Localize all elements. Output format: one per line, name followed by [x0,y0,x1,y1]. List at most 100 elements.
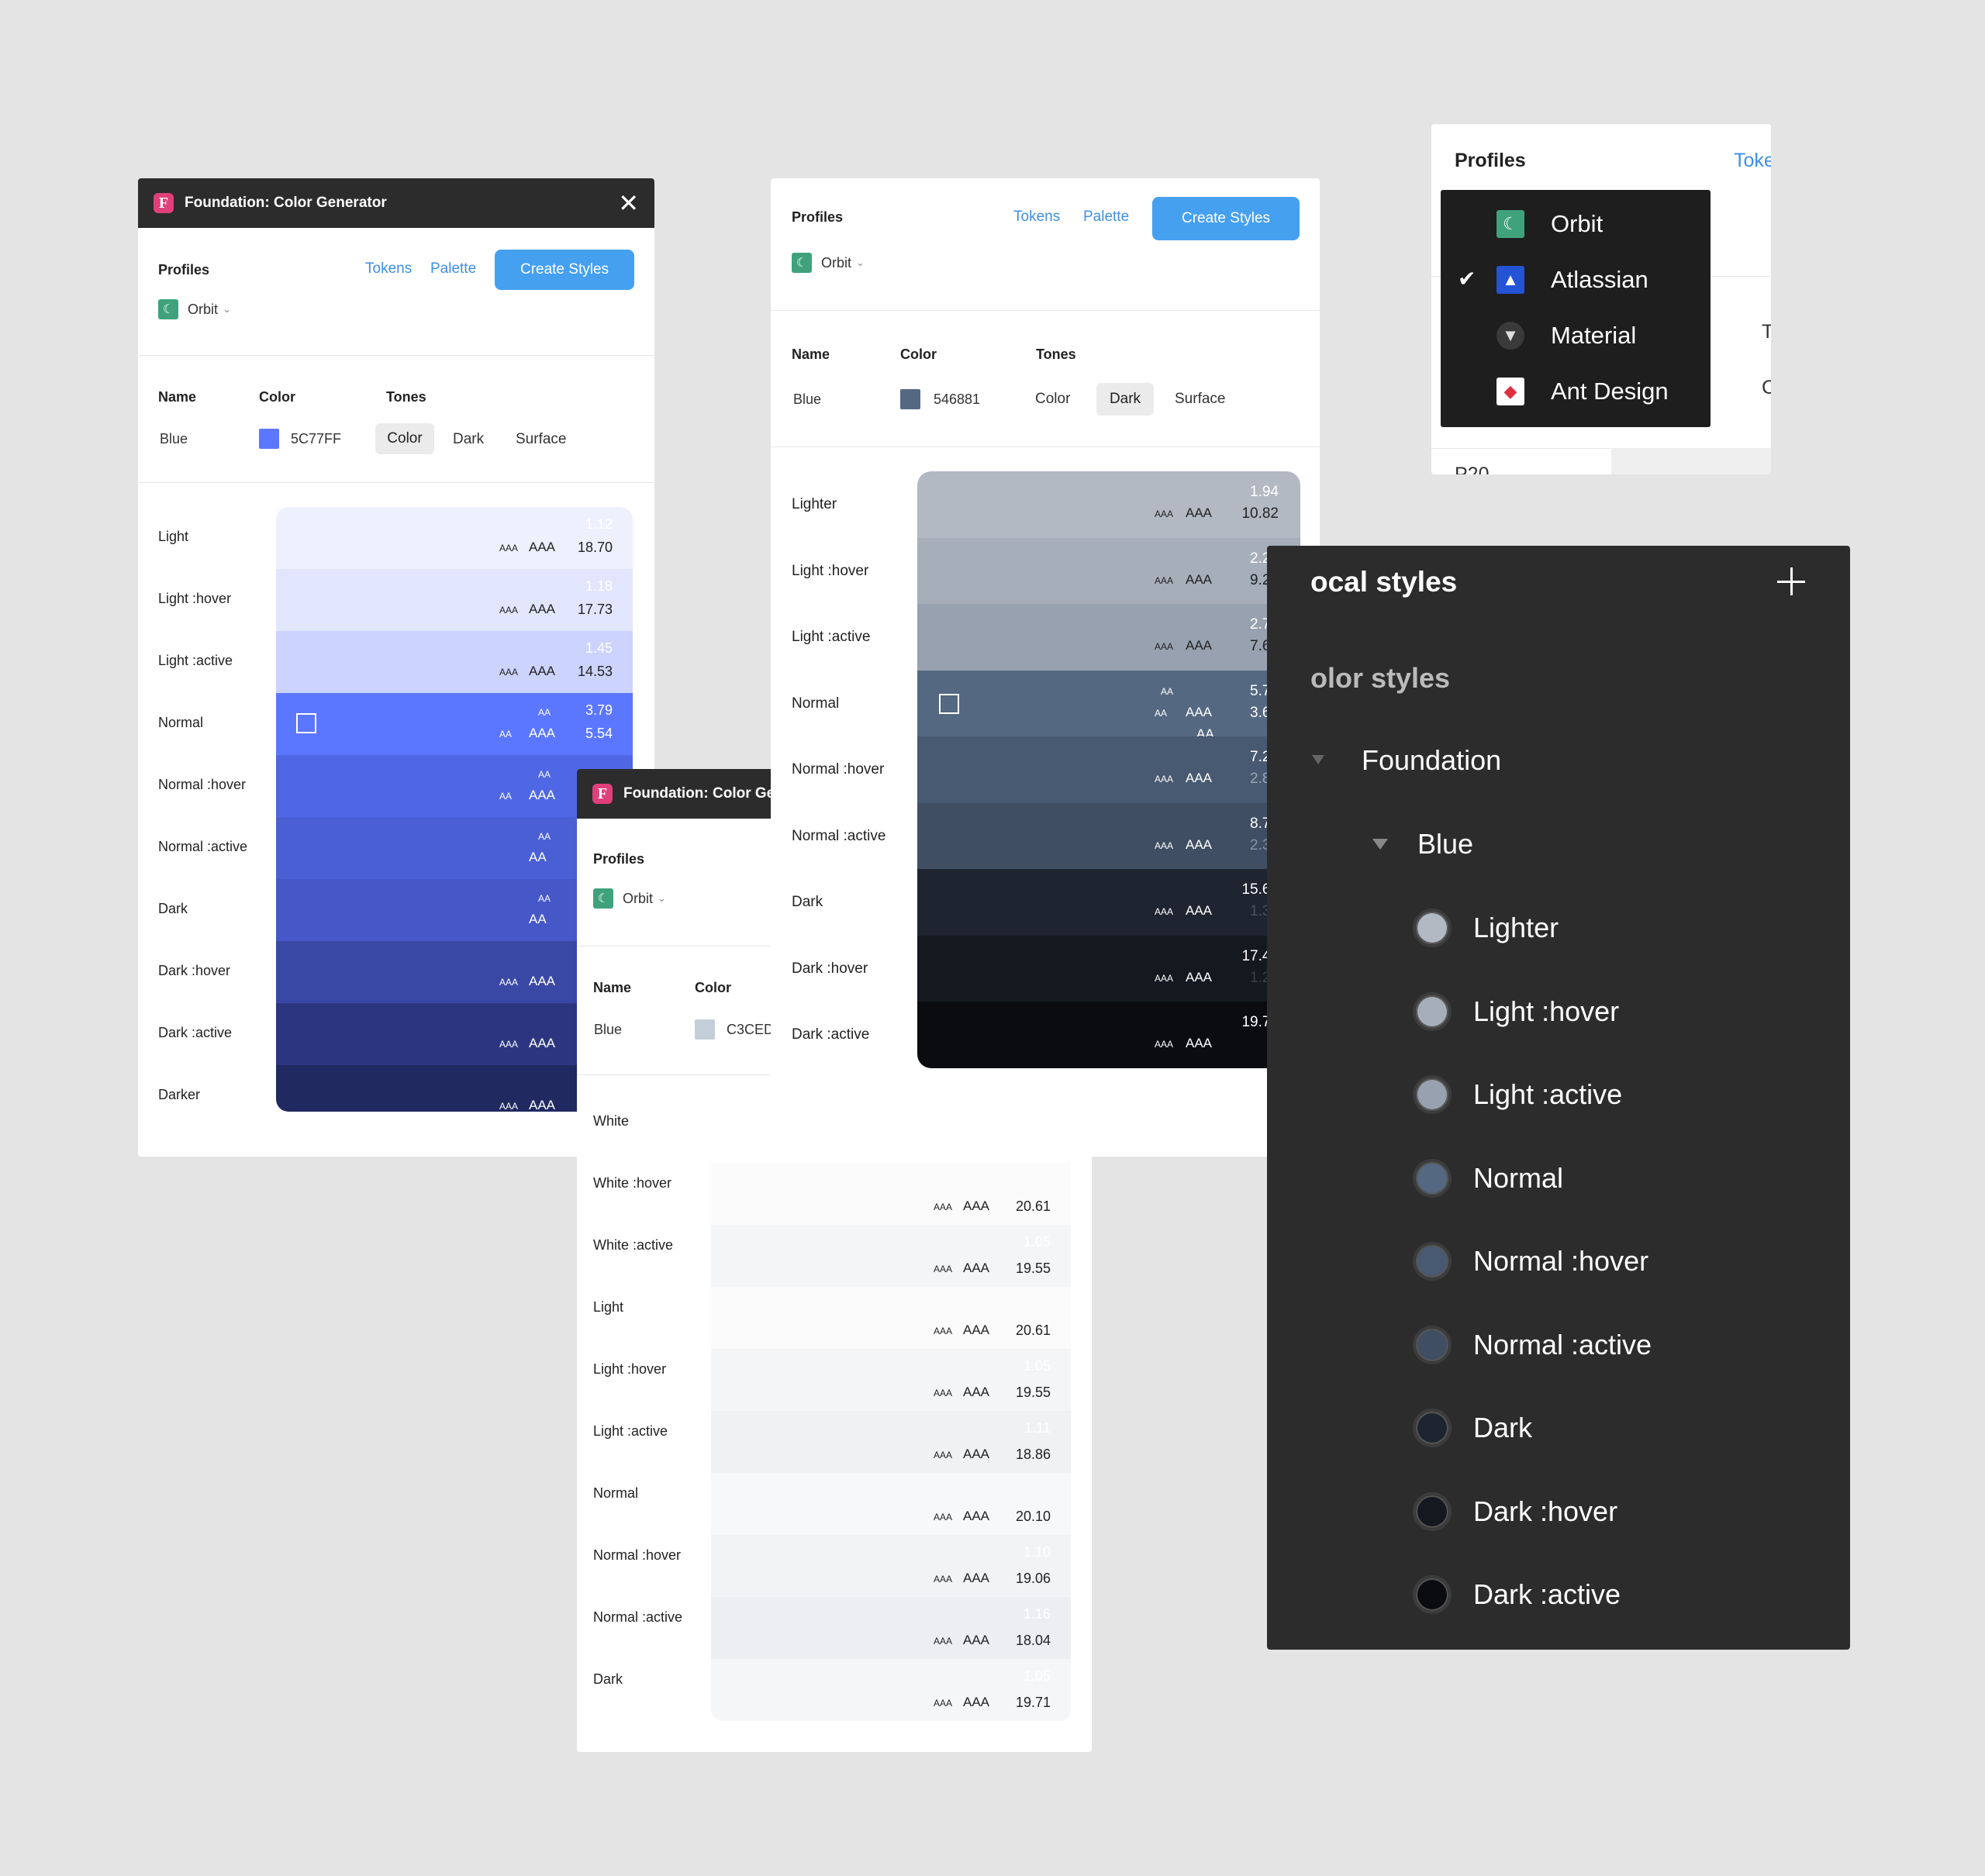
tone-tab-surface[interactable]: Surface [516,431,566,448]
contrast-ratio-top: 1.05 [1023,1234,1051,1250]
tone-swatch[interactable]: 1.10 AAA AAA 19.06 [711,1535,1071,1597]
tone-row-label: Dark :active [158,1025,233,1040]
color-style-item[interactable]: Dark :active [1413,1575,1621,1614]
create-styles-button[interactable]: Create Styles [1152,197,1300,240]
color-style-item[interactable]: Light :active [1413,1075,1622,1114]
collapse-caret-icon[interactable] [1312,755,1324,764]
tone-swatch[interactable]: AA 3.79 AA AAA 5.54 [276,693,633,755]
tone-swatch[interactable]: 17.49 AAA AAA 1.20 [917,935,1300,1002]
color-swatch[interactable] [695,1019,715,1040]
contrast-ratio: 18.86 [1015,1447,1051,1462]
contrast-rating-small: AAA [499,1039,519,1050]
contrast-rating: AAA [963,1695,990,1709]
profile-option[interactable]: ✔ ▲ Atlassian [1441,252,1711,308]
contrast-rating-small: AAA [1155,509,1174,519]
color-hex[interactable]: C3CED [727,1022,774,1038]
color-hex[interactable]: 5C77FF [291,431,341,447]
tone-swatch[interactable]: AA 5.72 AA AAA AA 3.67 [917,670,1300,741]
tokens-link[interactable]: Toke [1734,150,1771,172]
color-style-swatch [1413,1575,1452,1614]
tokens-link[interactable]: Tokens [365,260,412,278]
color-style-item[interactable]: Dark [1413,1409,1532,1447]
color-style-item[interactable]: Light :hover [1413,991,1619,1031]
color-style-item[interactable]: Normal :hover [1413,1242,1648,1281]
tone-swatch[interactable]: 2.76 AAA AAA 7.61 [917,604,1300,671]
contrast-ratio: 10.82 [1241,505,1279,522]
color-name[interactable]: Blue [793,391,821,408]
tone-swatch[interactable]: 2.27 AAA AAA 9.25 [917,537,1300,604]
selected-checkbox-icon[interactable] [939,693,959,714]
profile-selector[interactable]: ☾ Orbit ⌄ [792,253,865,273]
tone-tab-surface[interactable]: Surface [1175,391,1225,408]
close-icon[interactable]: ✕ [618,191,639,216]
create-styles-button[interactable]: Create Styles [495,250,634,290]
profile-name: Orbit [623,890,654,906]
selected-checkbox-icon[interactable] [296,713,316,733]
color-style-item[interactable]: Dark :hover [1413,1491,1617,1531]
tone-swatch[interactable]: 1.05 AAA AAA 19.55 [711,1225,1071,1287]
profile-option[interactable]: ◆ Ant Design [1441,364,1711,419]
color-style-label: Lighter [1473,912,1559,943]
contrast-rating: AA [529,850,547,864]
color-style-item[interactable]: Normal :active [1413,1325,1652,1364]
tone-swatch[interactable]: AAA AAA 20.61 [711,1287,1071,1349]
palette-link[interactable]: Palette [1083,209,1129,226]
contrast-ratio: 19.71 [1015,1695,1051,1710]
color-hex[interactable]: 546881 [934,391,980,408]
color-swatch[interactable] [259,429,279,449]
tone-tab-color[interactable]: Color [375,423,434,454]
contrast-ratio: 20.61 [1015,1198,1051,1214]
contrast-rating-small: AAA [1155,906,1174,917]
contrast-rating: AAA [963,1571,990,1585]
color-style-item[interactable]: Normal [1413,1158,1563,1198]
tone-tab-dark[interactable]: Dark [1096,383,1154,416]
profile-selector[interactable]: ☾ Orbit ⌄ [158,299,231,319]
tone-tab-color[interactable]: Color [1035,391,1070,408]
add-style-icon[interactable] [1776,566,1807,597]
tone-row-label: Light [593,1299,624,1315]
contrast-rating-small: AA [1155,707,1168,719]
color-column-header: Color [259,389,295,405]
tone-swatch[interactable]: 15.64 AAA AAA 1.34 [917,869,1300,936]
profiles-dropdown-panel: Profiles Toke T C P20 ☾ Orbit ✔ ▲ Atlassian ▼… [1431,124,1771,474]
ant-design-icon: ◆ [1497,378,1524,405]
tone-swatch[interactable]: 1.16 AAA AAA 18.04 [711,1597,1071,1659]
contrast-rating: AAA [963,1323,990,1337]
tone-row-label: Dark [593,1671,623,1687]
contrast-ratio-top: 1.45 [585,640,613,656]
style-group-foundation[interactable]: Foundation [1362,744,1501,777]
contrast-rating-small: AAA [1155,972,1174,984]
tone-row-label: Normal :active [792,827,886,844]
tone-swatch[interactable]: AAA AAA 20.61 [711,1163,1071,1225]
color-style-item[interactable]: Lighter [1413,909,1559,947]
tone-swatch[interactable]: 1.45 AAA AAA 14.53 [276,631,633,693]
profile-selector[interactable]: ☾ Orbit ⌄ [593,888,666,909]
contrast-rating: AAA [529,1036,556,1050]
tone-swatch[interactable]: 1.18 AAA AAA 17.73 [276,569,633,631]
color-swatch[interactable] [900,389,920,409]
contrast-rating-small: AAA [934,1388,953,1398]
color-name[interactable]: Blue [594,1022,622,1038]
tone-swatch[interactable]: AAA AAA 20.10 [711,1473,1071,1535]
profile-option[interactable]: ▼ Material [1441,308,1711,364]
palette-link[interactable]: Palette [430,260,476,278]
color-name[interactable]: Blue [160,431,188,447]
tone-swatch[interactable]: 1.11 AAA AAA 18.86 [711,1411,1071,1473]
tokens-link[interactable]: Tokens [1013,209,1060,226]
tone-swatch[interactable]: 7.27 AAA AAA 2.89 [917,736,1300,803]
tone-swatch[interactable]: 1.05 AAA AAA 19.71 [711,1659,1071,1721]
chevron-down-icon: ⌄ [658,892,666,904]
tone-swatch[interactable]: 8.77 AAA AAA 2.39 [917,802,1300,869]
tone-swatch[interactable]: 1.94 AAA AAA 10.82 [917,471,1300,538]
profile-option[interactable]: ☾ Orbit [1441,196,1711,252]
orbit-icon: ☾ [158,299,178,319]
contrast-rating-small: AA [538,769,551,780]
plugin-logo-icon: F [154,193,174,213]
contrast-ratio: 19.55 [1015,1260,1051,1276]
collapse-caret-icon[interactable] [1372,839,1388,850]
tone-swatch[interactable]: 19.70 AAA AAA [917,1002,1300,1068]
tone-swatch[interactable]: 1.12 AAA AAA 18.70 [276,507,633,569]
tone-swatch[interactable]: 1.05 AAA AAA 19.55 [711,1349,1071,1411]
tone-tab-dark[interactable]: Dark [453,431,484,448]
style-group-blue[interactable]: Blue [1417,828,1473,860]
